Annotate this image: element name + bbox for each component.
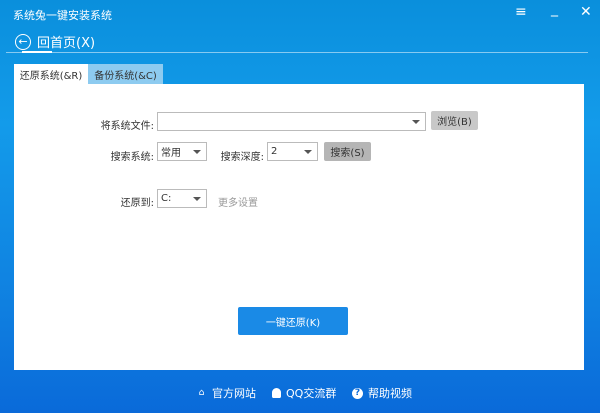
- chevron-down-icon: [193, 197, 201, 201]
- divider-highlight: [22, 51, 52, 53]
- restore-to-value: C:: [161, 193, 172, 204]
- more-settings-link[interactable]: 更多设置: [218, 194, 258, 209]
- divider: [6, 52, 588, 53]
- back-arrow-icon: ←: [15, 33, 31, 50]
- footer-qq-group[interactable]: QQ交流群: [272, 385, 336, 401]
- tab-backup-system[interactable]: 备份系统(&C): [88, 64, 163, 85]
- system-file-select[interactable]: [157, 112, 426, 131]
- browse-button[interactable]: 浏览(B): [431, 111, 478, 130]
- search-depth-select[interactable]: 2: [267, 142, 318, 161]
- search-depth-label: 搜索深度:: [220, 152, 264, 163]
- window-title: 系统兔一键安装系统: [13, 9, 112, 22]
- search-depth-value: 2: [271, 146, 278, 157]
- restore-to-select[interactable]: C:: [157, 189, 207, 208]
- back-label: 回首页(X): [37, 36, 96, 51]
- footer-label: 帮助视频: [368, 387, 412, 400]
- home-icon: ⌂: [198, 388, 205, 398]
- one-click-restore-button[interactable]: 一键还原(K): [238, 307, 348, 335]
- minimize-button[interactable]: _: [551, 1, 558, 17]
- close-button[interactable]: ✕: [580, 4, 592, 20]
- tab-restore-system[interactable]: 还原系统(&R): [14, 64, 88, 85]
- search-button[interactable]: 搜索(S): [324, 142, 371, 161]
- footer-label: 官方网站: [212, 387, 256, 400]
- back-home-link[interactable]: ← 回首页(X): [15, 32, 95, 51]
- footer-official-site[interactable]: ⌂ 官方网站: [196, 385, 256, 401]
- chevron-down-icon: [304, 150, 312, 154]
- search-system-label: 搜索系统:: [110, 152, 154, 163]
- footer-label: QQ交流群: [286, 387, 337, 400]
- footer-help-video[interactable]: ? 帮助视频: [352, 385, 412, 401]
- chevron-down-icon: [193, 150, 201, 154]
- chevron-down-icon: [412, 120, 420, 124]
- menu-icon[interactable]: ≡: [515, 4, 527, 20]
- search-system-select[interactable]: 常用: [157, 142, 207, 161]
- help-icon: ?: [352, 387, 363, 399]
- search-system-value: 常用: [161, 148, 181, 159]
- restore-to-label: 还原到:: [120, 198, 154, 209]
- file-label: 将系统文件:: [100, 121, 154, 132]
- qq-icon: [272, 388, 281, 398]
